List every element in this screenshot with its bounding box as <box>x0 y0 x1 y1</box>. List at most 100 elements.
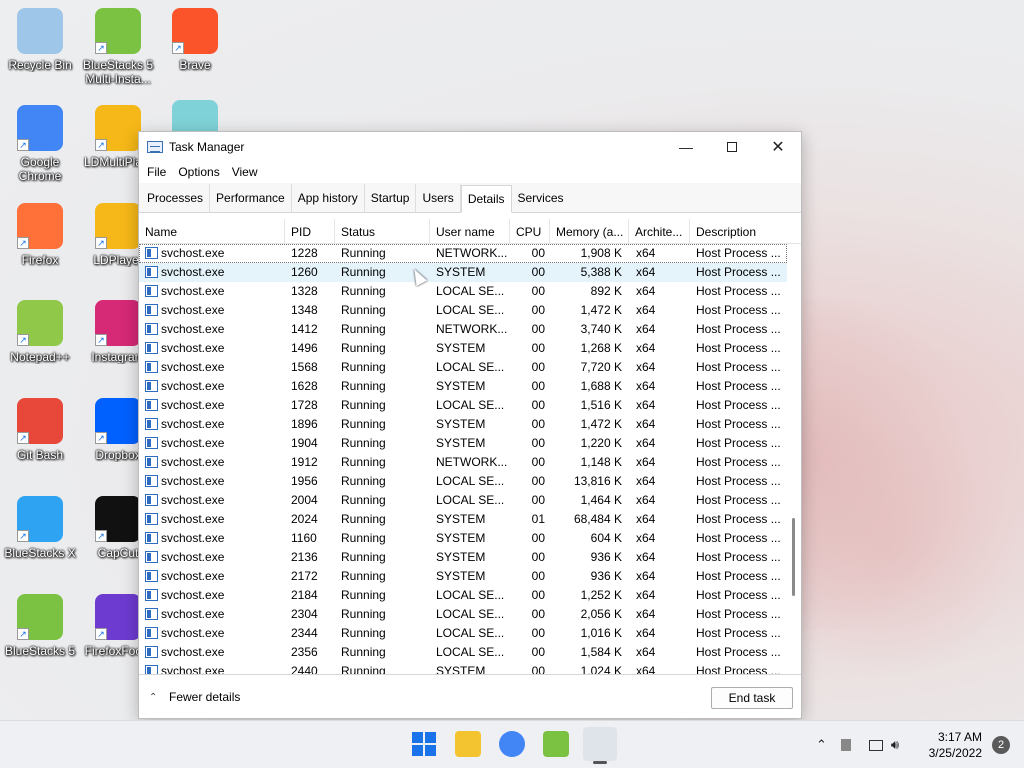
table-row[interactable]: svchost.exe 1896 Running SYSTEM 00 1,472 K x64… <box>139 415 787 434</box>
table-row[interactable]: svchost.exe 1496 Running SYSTEM 00 1,268 K x64… <box>139 339 787 358</box>
table-row[interactable]: svchost.exe 1160 Running SYSTEM 00 604 K x64 Ho… <box>139 529 787 548</box>
file-explorer-icon[interactable] <box>455 731 481 757</box>
bluestacks-icon[interactable] <box>543 731 569 757</box>
tab-services[interactable]: Services <box>512 184 570 212</box>
desktop-icon[interactable]: ↗ Notepad++ <box>0 300 80 364</box>
cell-name: svchost.exe <box>161 664 225 674</box>
cell-memory: 1,220 K <box>580 436 622 450</box>
table-row[interactable]: svchost.exe 1728 Running LOCAL SE... 00 1,516… <box>139 396 787 415</box>
table-row[interactable]: svchost.exe 1228 Running NETWORK... 00 1,908 … <box>139 244 787 263</box>
column-header-cpu[interactable]: CPU <box>510 219 550 244</box>
chrome-icon[interactable] <box>499 731 525 757</box>
cell-memory: 1,464 K <box>580 493 622 507</box>
minimize-button[interactable]: — <box>663 132 709 161</box>
table-row[interactable]: svchost.exe 2184 Running LOCAL SE... 00 1,252… <box>139 586 787 605</box>
desktop-icon-label: Brave <box>179 58 211 72</box>
desktop-icon[interactable]: ↗ Brave <box>155 8 235 72</box>
table-row[interactable]: svchost.exe 2440 Running SYSTEM 00 1,024 K x64… <box>139 662 787 674</box>
cell-user-name: SYSTEM <box>436 265 486 279</box>
tab-performance[interactable]: Performance <box>210 184 292 212</box>
cell-status: Running <box>341 531 386 545</box>
close-button[interactable]: ✕ <box>755 132 801 161</box>
table-row[interactable]: svchost.exe 1348 Running LOCAL SE... 00 1,472… <box>139 301 787 320</box>
cell-pid: 1412 <box>291 322 318 336</box>
desktop-icon[interactable]: ↗ Git Bash <box>0 398 80 462</box>
title-bar[interactable]: Task Manager — ✕ <box>139 132 801 161</box>
scrollbar-thumb[interactable] <box>792 518 795 596</box>
maximize-button[interactable] <box>709 132 755 161</box>
desktop-icon[interactable]: ↗ BlueStacks 5 <box>0 594 80 658</box>
cell-memory: 1,024 K <box>580 664 622 674</box>
table-row[interactable]: svchost.exe 1412 Running NETWORK... 00 3,740 … <box>139 320 787 339</box>
windows-start-icon[interactable] <box>411 731 437 757</box>
cell-description: Host Process ... <box>696 303 781 317</box>
menu-options[interactable]: Options <box>172 165 225 179</box>
table-row[interactable]: svchost.exe 1904 Running SYSTEM 00 1,220 K x64… <box>139 434 787 453</box>
cell-architecture: x64 <box>636 569 656 583</box>
table-row[interactable]: svchost.exe 2136 Running SYSTEM 00 936 K x64 Ho… <box>139 548 787 567</box>
network-icon[interactable] <box>868 739 883 751</box>
cell-status: Running <box>341 493 386 507</box>
menu-file[interactable]: File <box>141 165 172 179</box>
shortcut-arrow-icon: ↗ <box>17 432 29 444</box>
table-row[interactable]: svchost.exe 2172 Running SYSTEM 00 936 K x64 Ho… <box>139 567 787 586</box>
cell-architecture: x64 <box>636 398 656 412</box>
column-header-pid[interactable]: PID <box>285 219 335 244</box>
table-row[interactable]: svchost.exe 2356 Running LOCAL SE... 00 1,584… <box>139 643 787 662</box>
table-row[interactable]: svchost.exe 1628 Running SYSTEM 00 1,688 K x64… <box>139 377 787 396</box>
column-header-status[interactable]: Status <box>335 219 430 244</box>
table-row[interactable]: svchost.exe 2344 Running LOCAL SE... 00 1,016… <box>139 624 787 643</box>
cell-pid: 1628 <box>291 379 318 393</box>
desktop-icon[interactable]: ↗ Firefox <box>0 203 80 267</box>
clock[interactable]: 3:17 AM 3/25/2022 <box>929 729 982 761</box>
process-table: ⌃ NamePIDStatusUser nameCPUMemory (a...A… <box>139 219 801 674</box>
tab-users[interactable]: Users <box>416 184 461 212</box>
task-manager-icon[interactable] <box>583 727 617 764</box>
notification-badge[interactable]: 2 <box>992 736 1010 754</box>
cell-description: Host Process ... <box>696 474 781 488</box>
desktop-icon[interactable]: Recycle Bin <box>0 8 80 72</box>
task-manager-icon <box>147 140 163 153</box>
tab-startup[interactable]: Startup <box>365 184 417 212</box>
cell-name: svchost.exe <box>161 607 225 621</box>
cell-status: Running <box>341 360 386 374</box>
tab-app-history[interactable]: App history <box>292 184 365 212</box>
menu-view[interactable]: View <box>226 165 264 179</box>
fewer-details-button[interactable]: ⌃ Fewer details <box>149 690 240 704</box>
cell-memory: 1,908 K <box>580 246 622 260</box>
chevron-up-icon[interactable]: ⌃ <box>816 737 827 753</box>
tray-app-icon[interactable] <box>840 739 851 751</box>
cell-name: svchost.exe <box>161 284 225 298</box>
volume-icon[interactable]: 🔊︎ <box>891 737 899 753</box>
table-row[interactable]: svchost.exe 1328 Running LOCAL SE... 00 892 K… <box>139 282 787 301</box>
tab-processes[interactable]: Processes <box>141 184 211 212</box>
table-row[interactable]: svchost.exe 1956 Running LOCAL SE... 00 13,81… <box>139 472 787 491</box>
end-task-button[interactable]: End task <box>711 687 793 709</box>
table-row[interactable]: svchost.exe 2004 Running LOCAL SE... 00 1,464… <box>139 491 787 510</box>
column-header-architecture[interactable]: Archite... <box>629 219 690 244</box>
process-icon <box>145 475 158 487</box>
cell-status: Running <box>341 474 386 488</box>
column-header-user-name[interactable]: User name <box>430 219 510 244</box>
cell-description: Host Process ... <box>696 493 781 507</box>
table-row[interactable]: svchost.exe 1260 Running SYSTEM 00 5,388 Kx64… <box>139 263 787 282</box>
clock-date: 3/25/2022 <box>928 746 982 760</box>
column-header-memory[interactable]: Memory (a... <box>550 219 629 244</box>
desktop-icon[interactable]: ↗ BlueStacks 5 Multi-Insta... <box>78 8 158 86</box>
table-row[interactable]: svchost.exe 2304 Running LOCAL SE... 00 2,056… <box>139 605 787 624</box>
desktop-icon[interactable]: ↗ Google Chrome <box>0 105 80 183</box>
cell-status: Running <box>341 588 386 602</box>
cell-user-name: SYSTEM <box>436 531 486 545</box>
shortcut-arrow-icon: ↗ <box>172 42 184 54</box>
table-row[interactable]: svchost.exe 1568 Running LOCAL SE... 00 7,720… <box>139 358 787 377</box>
table-row[interactable]: svchost.exe 2024 Running SYSTEM 01 68,484 K x6… <box>139 510 787 529</box>
vertical-scrollbar[interactable] <box>787 244 801 674</box>
column-header-name[interactable]: Name <box>139 219 285 244</box>
table-row[interactable]: svchost.exe 1912 Running NETWORK... 00 1,148 … <box>139 453 787 472</box>
desktop-icon[interactable]: ↗ BlueStacks X <box>0 496 80 560</box>
column-header-description[interactable]: Description <box>690 219 787 244</box>
firefox-icon: ↗ <box>17 203 63 249</box>
cell-cpu: 00 <box>531 303 545 317</box>
tab-details[interactable]: Details <box>460 185 512 213</box>
cell-architecture: x64 <box>636 588 656 602</box>
